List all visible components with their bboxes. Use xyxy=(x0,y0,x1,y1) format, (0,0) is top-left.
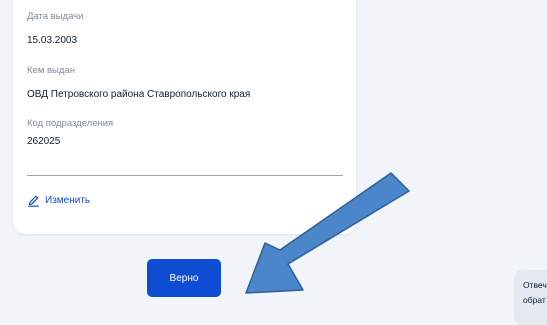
arrow-annotation xyxy=(245,172,410,294)
chat-text-line-2: обрат xyxy=(523,295,546,305)
chat-bubble[interactable]: Отвеч обрат xyxy=(514,270,547,325)
chat-text-line-1: Отвеч xyxy=(523,280,547,290)
